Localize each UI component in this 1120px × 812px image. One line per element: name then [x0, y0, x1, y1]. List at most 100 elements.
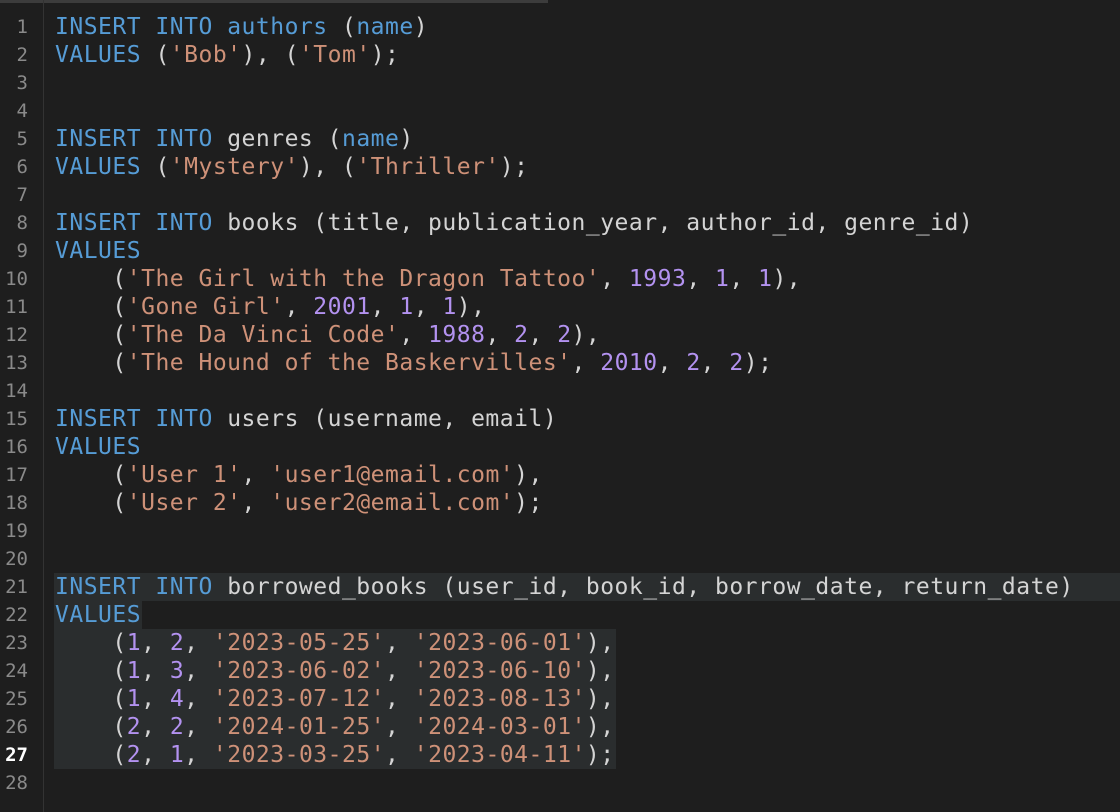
code-token: , [241, 490, 271, 516]
code-text[interactable]: ('The Hound of the Baskervilles', 2010, … [55, 349, 772, 377]
line-number: 24 [5, 660, 28, 682]
code-text[interactable]: ('Gone Girl', 2001, 1, 1), [55, 293, 486, 321]
code-token: ( [55, 462, 127, 488]
line-number: 22 [5, 604, 28, 626]
line-number: 5 [16, 128, 28, 150]
code-token: 'Thriller' [356, 154, 500, 180]
code-token: ), [585, 658, 615, 684]
code-token: 'user1@email.com' [270, 462, 515, 488]
code-text[interactable]: ('User 1', 'user1@email.com'), [55, 461, 543, 489]
code-lines[interactable]: 1 INSERT INTO authors (name) 2 VALUES ('Bob… [0, 13, 1120, 797]
code-token: 'Bob' [169, 42, 242, 68]
code-token: VALUES [55, 602, 142, 628]
code-line[interactable]: 10 ('The Girl with the Dragon Tattoo', 1… [0, 265, 1120, 293]
code-token: ( [55, 490, 127, 516]
line-number: 14 [5, 380, 28, 402]
code-text[interactable]: INSERT INTO books (title, publication_ye… [55, 209, 973, 237]
line-number: 20 [5, 548, 28, 570]
code-line[interactable]: 1 INSERT INTO authors (name) [0, 13, 1120, 41]
code-line[interactable]: 12 ('The Da Vinci Code', 1988, 2, 2), [0, 321, 1120, 349]
code-line[interactable]: 15 INSERT INTO users (username, email) [0, 405, 1120, 433]
code-token: 2 [557, 322, 572, 348]
code-token: name [341, 126, 400, 152]
code-line[interactable]: 9 VALUES [0, 237, 1120, 265]
code-line[interactable]: 4 [0, 97, 1120, 125]
code-line[interactable]: 16 VALUES [0, 433, 1120, 461]
code-text[interactable]: ('The Da Vinci Code', 1988, 2, 2), [55, 321, 600, 349]
line-number: 3 [16, 72, 28, 94]
code-line[interactable]: 22 VALUES [0, 601, 1120, 629]
code-text[interactable]: VALUES ('Mystery'), ('Thriller'); [55, 153, 529, 181]
code-line[interactable]: 2 VALUES ('Bob'), ('Tom'); [0, 41, 1120, 69]
tab-bar-strip [0, 0, 548, 3]
code-token: , [141, 714, 170, 740]
code-text[interactable]: VALUES ('Bob'), ('Tom'); [55, 41, 399, 69]
line-number: 9 [16, 240, 28, 262]
code-token: INSERT INTO [55, 210, 213, 236]
code-line[interactable]: 24 (1, 3, '2023-06-02', '2023-06-10'), [0, 657, 1120, 685]
code-token: , [399, 322, 429, 348]
code-text[interactable]: INSERT INTO genres (name) [55, 125, 414, 153]
code-token: VALUES [55, 42, 142, 68]
code-line[interactable]: 11 ('Gone Girl', 2001, 1, 1), [0, 293, 1120, 321]
code-text[interactable]: VALUES [55, 237, 141, 265]
code-text[interactable]: (1, 2, '2023-05-25', '2023-06-01'), [55, 629, 615, 657]
line-number: 27 [5, 744, 28, 766]
code-line[interactable]: 17 ('User 1', 'user1@email.com'), [0, 461, 1120, 489]
code-line[interactable]: 6 VALUES ('Mystery'), ('Thriller'); [0, 153, 1120, 181]
code-line[interactable]: 21 INSERT INTO borrowed_books (user_id, b… [0, 573, 1120, 601]
code-line[interactable]: 25 (1, 4, '2023-07-12', '2023-08-13'), [0, 685, 1120, 713]
code-token: 1988 [428, 322, 486, 348]
code-line[interactable]: 27 (2, 1, '2023-03-25', '2023-04-11'); [0, 741, 1120, 769]
code-token: , [729, 266, 759, 292]
code-text[interactable]: ('User 2', 'user2@email.com'); [55, 489, 543, 517]
code-line[interactable]: 3 [0, 69, 1120, 97]
code-line[interactable]: 5 INSERT INTO genres (name) [0, 125, 1120, 153]
code-line[interactable]: 18 ('User 2', 'user2@email.com'); [0, 489, 1120, 517]
code-line[interactable]: 26 (2, 2, '2024-01-25', '2024-03-01'), [0, 713, 1120, 741]
line-number: 10 [5, 268, 28, 290]
code-line[interactable]: 13 ('The Hound of the Baskervilles', 201… [0, 349, 1120, 377]
code-token: ), [514, 462, 543, 488]
line-number: 13 [5, 352, 28, 374]
code-text[interactable]: VALUES [55, 433, 141, 461]
code-token: '2024-01-25' [212, 714, 386, 740]
code-text[interactable]: (1, 4, '2023-07-12', '2023-08-13'), [55, 685, 615, 713]
code-line[interactable]: 8 INSERT INTO books (title, publication_y… [0, 209, 1120, 237]
code-line[interactable]: 7 [0, 181, 1120, 209]
code-line[interactable]: 23 (1, 2, '2023-05-25', '2023-06-01'), [0, 629, 1120, 657]
code-token: ( [313, 126, 342, 152]
code-line[interactable]: 20 [0, 545, 1120, 573]
code-token: borrowed_books (user_id, book_id, borrow… [227, 574, 1074, 600]
line-number: 1 [16, 16, 28, 38]
code-token: 2 [169, 714, 185, 740]
code-line[interactable]: 14 [0, 377, 1120, 405]
code-token: ), [585, 686, 615, 712]
code-text[interactable]: INSERT INTO authors (name) [55, 13, 428, 41]
code-token: ( [55, 658, 127, 684]
code-token: 'User 1' [126, 462, 242, 488]
code-line[interactable]: 19 [0, 517, 1120, 545]
code-token: , [600, 266, 629, 292]
code-text[interactable]: VALUES [55, 601, 141, 629]
code-token: 1993 [628, 266, 687, 292]
code-text[interactable]: ('The Girl with the Dragon Tattoo', 1993… [55, 265, 801, 293]
code-editor[interactable]: 1 INSERT INTO authors (name) 2 VALUES ('Bob… [0, 0, 1120, 812]
code-token: 2 [126, 742, 142, 768]
code-token: ( [55, 630, 127, 656]
line-number: 7 [16, 184, 28, 206]
code-token: 1 [442, 294, 457, 320]
code-text[interactable]: INSERT INTO users (username, email) [55, 405, 557, 433]
code-token: users (username, email) [227, 406, 558, 432]
line-number: 12 [5, 324, 28, 346]
code-text[interactable]: (1, 3, '2023-06-02', '2023-06-10'), [55, 657, 615, 685]
code-line[interactable]: 28 [0, 769, 1120, 797]
code-token: 'The Girl with the Dragon Tattoo' [126, 266, 601, 292]
code-token: ), [456, 294, 486, 320]
code-text[interactable]: (2, 2, '2024-01-25', '2024-03-01'), [55, 713, 615, 741]
code-token: , [184, 742, 213, 768]
code-text[interactable]: (2, 1, '2023-03-25', '2023-04-11'); [55, 741, 615, 769]
code-token: 1 [715, 266, 730, 292]
code-token: 2 [514, 322, 529, 348]
code-text[interactable]: INSERT INTO borrowed_books (user_id, boo… [55, 573, 1074, 601]
